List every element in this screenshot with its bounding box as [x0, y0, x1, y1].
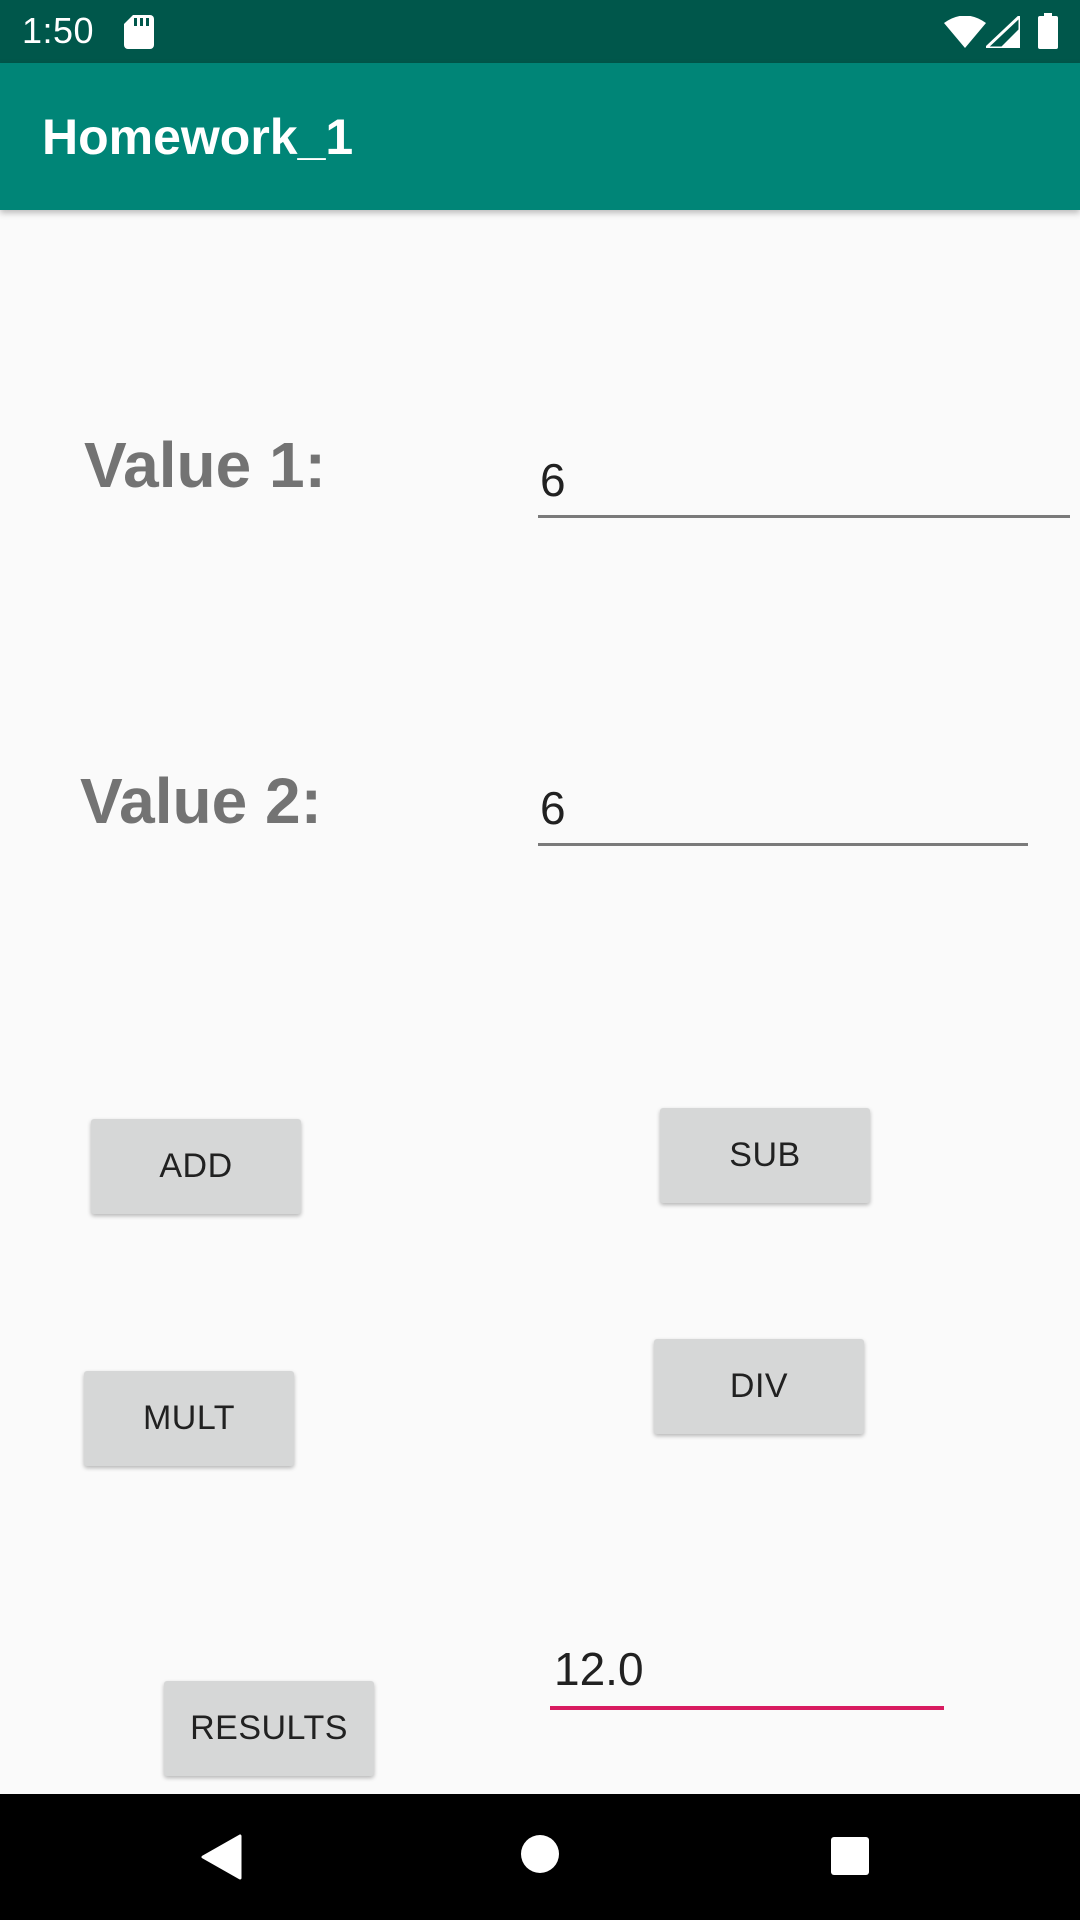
- add-button[interactable]: ADD: [91, 1119, 301, 1214]
- mult-button[interactable]: MULT: [84, 1371, 294, 1466]
- value2-input[interactable]: [538, 780, 1028, 846]
- div-button[interactable]: DIV: [654, 1339, 864, 1434]
- app-bar: Homework_1: [0, 63, 1080, 210]
- wifi-icon: [944, 16, 986, 48]
- navigation-bar: [0, 1794, 1080, 1920]
- value2-label: Value 2:: [80, 765, 322, 837]
- back-icon[interactable]: [200, 1834, 244, 1880]
- home-icon[interactable]: [520, 1834, 560, 1874]
- battery-icon: [1038, 13, 1058, 49]
- recents-icon[interactable]: [830, 1836, 870, 1876]
- value1-input[interactable]: [538, 452, 1070, 518]
- sub-button[interactable]: SUB: [660, 1108, 870, 1203]
- status-bar: 1:50: [0, 0, 1080, 63]
- cell-signal-icon: [986, 16, 1020, 48]
- result-field[interactable]: [550, 1640, 944, 1710]
- sd-card-icon: [124, 15, 154, 49]
- status-time: 1:50: [22, 10, 95, 51]
- value1-label: Value 1:: [84, 429, 326, 501]
- results-button[interactable]: RESULTS: [164, 1681, 374, 1776]
- app-title: Homework_1: [42, 109, 354, 165]
